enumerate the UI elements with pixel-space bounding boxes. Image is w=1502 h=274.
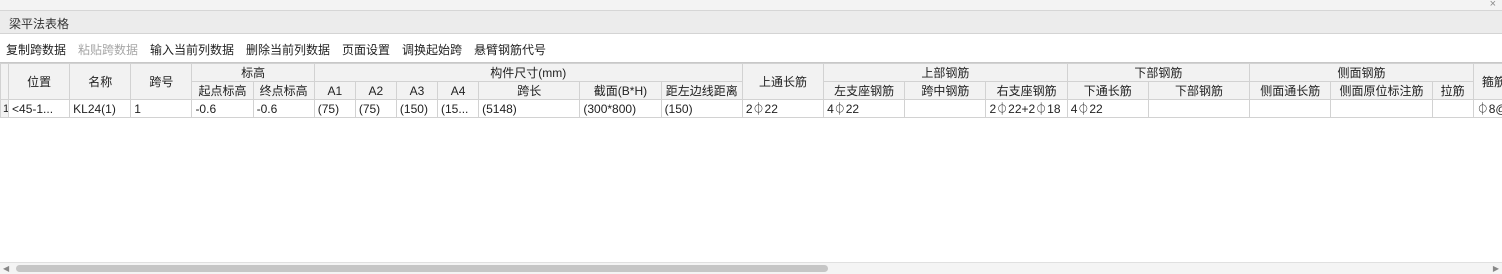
cell-left-support-rebar[interactable]: 4⏀22 — [823, 99, 906, 118]
panel-title-bar: 梁平法表格 — [0, 11, 1502, 34]
header-span-no[interactable]: 跨号 — [130, 63, 193, 100]
table-corner — [0, 63, 10, 100]
cell-side-through-rebar[interactable] — [1249, 99, 1332, 118]
input-current-column-button[interactable]: 输入当前列数据 — [150, 41, 234, 58]
header-a2[interactable]: A2 — [354, 81, 397, 100]
header-end-elevation[interactable]: 终点标高 — [252, 81, 315, 100]
cell-span-no[interactable]: 1 — [130, 99, 193, 118]
cell-right-support-rebar[interactable]: 2⏀22+2⏀18 — [985, 99, 1068, 118]
copy-span-data-button[interactable]: 复制跨数据 — [6, 41, 66, 58]
cell-name[interactable]: KL24(1) — [69, 99, 132, 118]
close-icon[interactable]: × — [1490, 0, 1496, 11]
cell-side-original-rebar[interactable] — [1330, 99, 1433, 118]
cell-section[interactable]: (300*800) — [579, 99, 662, 118]
cell-end-elevation[interactable]: -0.6 — [252, 99, 315, 118]
cell-a3[interactable]: (150) — [395, 99, 439, 118]
cell-position[interactable]: <45-1... — [8, 99, 71, 118]
panel-title: 梁平法表格 — [9, 17, 70, 31]
cantilever-rebar-code-button[interactable]: 悬臂钢筋代号 — [474, 41, 546, 58]
table-row[interactable]: 1 <45-1... KL24(1) 1 -0.6 -0.6 (75) (75)… — [0, 99, 1502, 118]
header-section[interactable]: 截面(B*H) — [579, 81, 662, 100]
header-left-support-rebar[interactable]: 左支座钢筋 — [823, 81, 906, 100]
header-left-edge-distance[interactable]: 距左边线距离 — [660, 81, 743, 100]
scroll-left-arrow-icon[interactable]: ◀ — [3, 263, 9, 274]
beam-table-grid: 位置 名称 跨号 标高 构件尺寸(mm) 上通长筋 上部钢筋 下部钢筋 侧面钢筋… — [0, 62, 1502, 262]
toolbar: 复制跨数据 粘贴跨数据 输入当前列数据 删除当前列数据 页面设置 调换起始跨 悬… — [0, 34, 1502, 62]
header-a3[interactable]: A3 — [395, 81, 439, 100]
cell-mid-span-rebar[interactable] — [904, 99, 987, 118]
window-top-strip: × — [0, 0, 1502, 11]
header-span-length[interactable]: 跨长 — [478, 81, 581, 100]
header-group-elevation: 标高 — [191, 63, 315, 82]
header-tie-rebar[interactable]: 拉筋 — [1431, 81, 1474, 100]
cell-start-elevation[interactable]: -0.6 — [191, 99, 254, 118]
header-group-bottom-rebar: 下部钢筋 — [1066, 63, 1251, 82]
header-side-original-rebar[interactable]: 侧面原位标注筋 — [1330, 81, 1433, 100]
paste-span-data-button[interactable]: 粘贴跨数据 — [78, 41, 138, 58]
header-a1[interactable]: A1 — [313, 81, 356, 100]
header-right-support-rebar[interactable]: 右支座钢筋 — [985, 81, 1068, 100]
cell-a1[interactable]: (75) — [313, 99, 356, 118]
header-bottom-through-rebar[interactable]: 下通长筋 — [1066, 81, 1149, 100]
header-side-through-rebar[interactable]: 侧面通长筋 — [1249, 81, 1332, 100]
header-top-through-rebar[interactable]: 上通长筋 — [741, 63, 825, 100]
cell-tie-rebar[interactable] — [1431, 99, 1474, 118]
header-name[interactable]: 名称 — [69, 63, 132, 100]
delete-current-column-button[interactable]: 删除当前列数据 — [246, 41, 330, 58]
header-bottom-rebar[interactable]: 下部钢筋 — [1147, 81, 1251, 100]
beam-table: 位置 名称 跨号 标高 构件尺寸(mm) 上通长筋 上部钢筋 下部钢筋 侧面钢筋… — [0, 63, 1502, 118]
cell-bottom-rebar[interactable] — [1147, 99, 1251, 118]
header-a4[interactable]: A4 — [437, 81, 480, 100]
row-number: 1 — [0, 99, 10, 118]
header-start-elevation[interactable]: 起点标高 — [191, 81, 254, 100]
header-group-dimensions: 构件尺寸(mm) — [313, 63, 743, 82]
header-position[interactable]: 位置 — [8, 63, 71, 100]
header-group-side-rebar: 侧面钢筋 — [1249, 63, 1474, 82]
cell-span-length[interactable]: (5148) — [478, 99, 581, 118]
page-setup-button[interactable]: 页面设置 — [342, 41, 390, 58]
scrollbar-thumb[interactable] — [16, 265, 828, 272]
cell-bottom-through-rebar[interactable]: 4⏀22 — [1066, 99, 1149, 118]
cell-a4[interactable]: (15... — [437, 99, 480, 118]
cell-left-edge-distance[interactable]: (150) — [660, 99, 743, 118]
cell-stirrup[interactable]: ⏀8@ — [1472, 99, 1502, 118]
adjust-start-span-button[interactable]: 调换起始跨 — [402, 41, 462, 58]
header-mid-span-rebar[interactable]: 跨中钢筋 — [904, 81, 987, 100]
header-group-top-rebar: 上部钢筋 — [823, 63, 1068, 82]
header-stirrup[interactable]: 箍筋 — [1472, 63, 1502, 100]
horizontal-scrollbar[interactable]: ◀ ▶ — [0, 262, 1502, 274]
cell-a2[interactable]: (75) — [354, 99, 397, 118]
cell-top-through-rebar[interactable]: 2⏀22 — [741, 99, 825, 118]
scroll-right-arrow-icon[interactable]: ▶ — [1493, 263, 1499, 274]
